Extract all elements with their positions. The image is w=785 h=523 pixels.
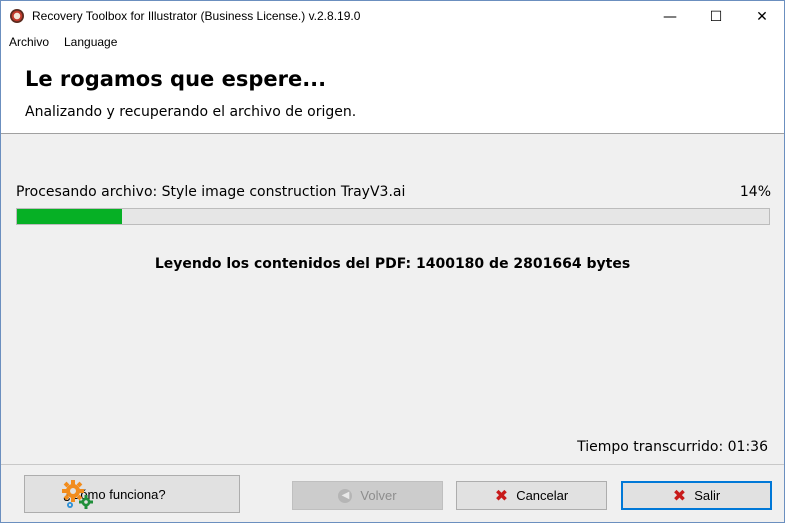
back-label: Volver bbox=[360, 488, 397, 503]
cancel-label: Cancelar bbox=[516, 488, 569, 503]
title-bar: Recovery Toolbox for Illustrator (Busine… bbox=[1, 1, 784, 32]
menu-archivo[interactable]: Archivo bbox=[9, 35, 49, 49]
processing-file-label: Procesando archivo: Style image construc… bbox=[16, 184, 406, 200]
exit-button[interactable]: ✖ Salir bbox=[621, 481, 772, 510]
x-icon: ✖ bbox=[494, 485, 509, 505]
back-button[interactable]: ◀ Volver bbox=[292, 481, 443, 510]
back-arrow-icon: ◀ bbox=[338, 488, 353, 503]
close-button[interactable]: ✕ bbox=[739, 1, 784, 32]
app-icon bbox=[10, 9, 24, 23]
menu-bar: Archivo Language bbox=[1, 32, 784, 52]
progress-percent: 14% bbox=[739, 184, 771, 200]
window-title: Recovery Toolbox for Illustrator (Busine… bbox=[32, 9, 361, 23]
page-subtitle: Analizando y recuperando el archivo de o… bbox=[25, 104, 357, 120]
progress-panel: Procesando archivo: Style image construc… bbox=[1, 134, 784, 464]
page-title: Le rogamos que espere... bbox=[25, 67, 327, 91]
maximize-button[interactable]: ☐ bbox=[693, 1, 739, 32]
progress-bar bbox=[16, 208, 770, 225]
menu-language[interactable]: Language bbox=[64, 35, 117, 49]
how-it-works-button[interactable]: ¿Cómo funciona? bbox=[24, 475, 240, 513]
button-bar: ¿Cómo funciona? ◀ Volver ✖ Cancelar ✖ Sa… bbox=[1, 464, 784, 522]
gears-icon bbox=[62, 480, 93, 509]
wizard-header: Le rogamos que espere... Analizando y re… bbox=[1, 52, 784, 134]
app-window: Recovery Toolbox for Illustrator (Busine… bbox=[0, 0, 785, 523]
elapsed-time: Tiempo transcurrido: 01:36 bbox=[577, 439, 768, 455]
x-icon: ✖ bbox=[672, 485, 687, 505]
status-text: Leyendo los contenidos del PDF: 1400180 … bbox=[154, 256, 631, 272]
progress-bar-fill bbox=[17, 209, 123, 224]
exit-label: Salir bbox=[694, 488, 721, 503]
cancel-button[interactable]: ✖ Cancelar bbox=[456, 481, 607, 510]
minimize-button[interactable]: — bbox=[647, 1, 693, 32]
